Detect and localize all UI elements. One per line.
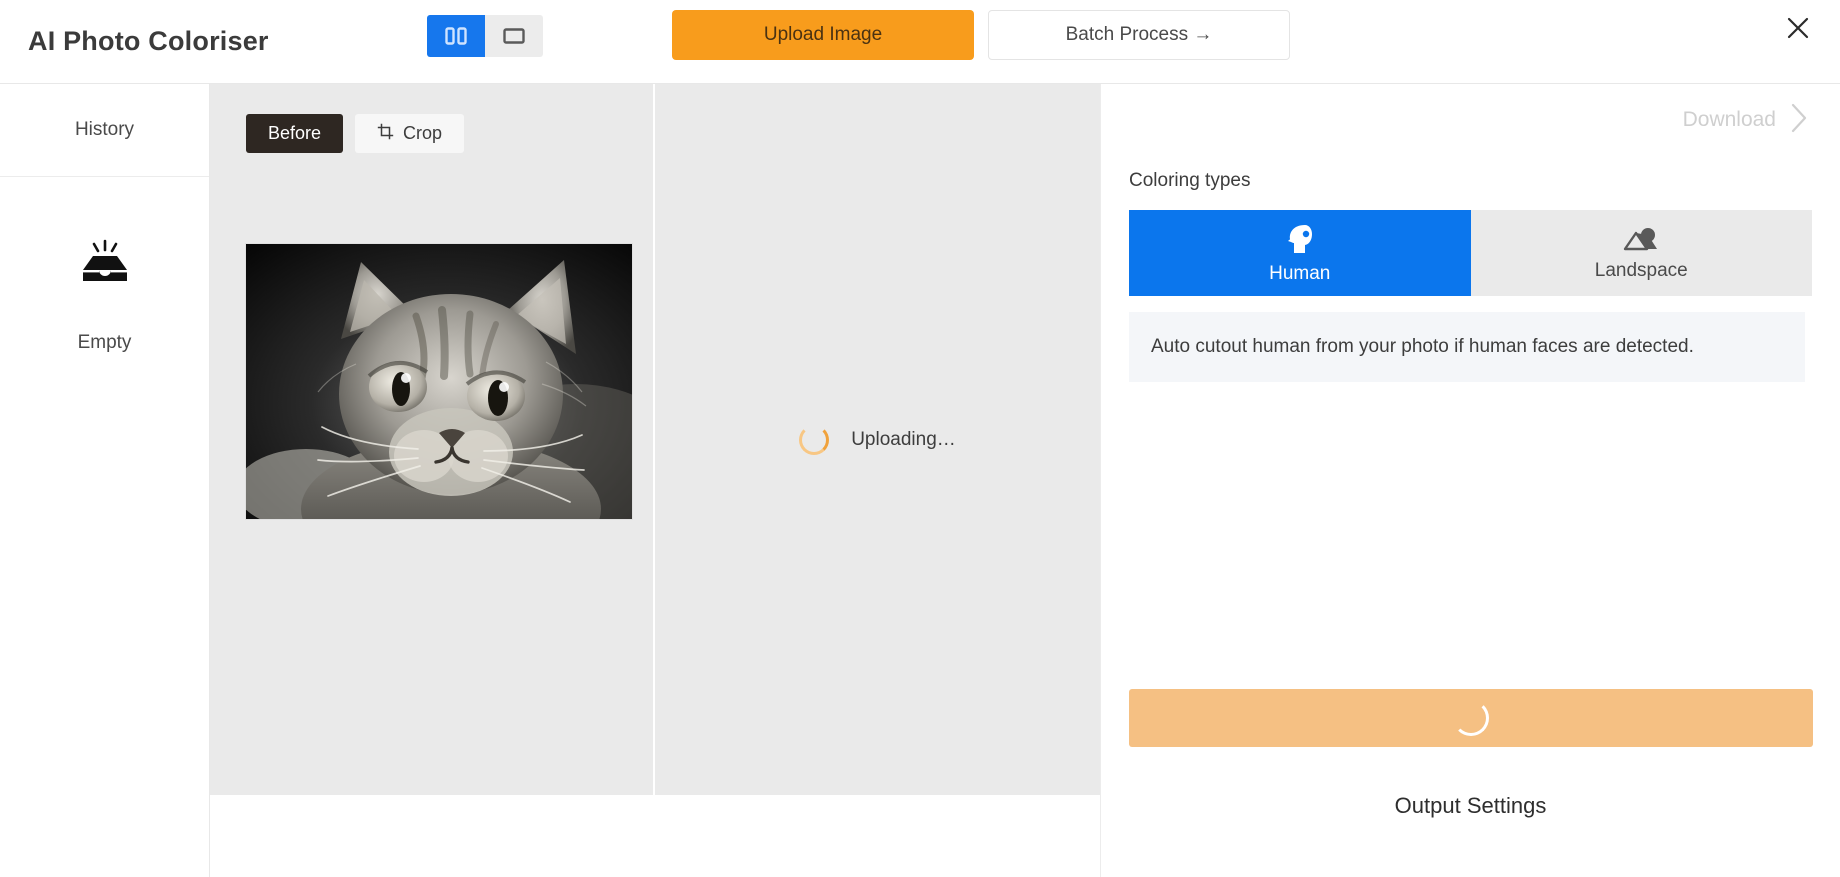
history-sidebar: History Empty <box>0 84 210 877</box>
tab-before[interactable]: Before <box>246 114 344 153</box>
loading-spinner-icon <box>1453 700 1489 736</box>
coloring-types-label: Coloring types <box>1129 170 1251 191</box>
tab-crop[interactable]: Crop <box>355 114 465 153</box>
editor-canvas: Before Crop Uploading… <box>210 84 1100 877</box>
upload-image-button[interactable]: Upload Image <box>672 10 974 60</box>
tab-before-label: Before <box>268 123 322 143</box>
coloring-type-human-label: Human <box>1269 262 1331 284</box>
view-mode-toggle[interactable] <box>427 15 543 57</box>
compare-panes: Before Crop Uploading… <box>210 84 1100 795</box>
colorise-action-button[interactable] <box>1129 689 1813 747</box>
single-view-icon[interactable] <box>485 15 543 57</box>
close-icon[interactable] <box>1778 8 1818 48</box>
split-view-icon[interactable] <box>427 15 485 57</box>
human-head-icon <box>1283 222 1317 261</box>
coloring-type-description: Auto cutout human from your photo if hum… <box>1129 312 1805 383</box>
app-body: History Empty Before Crop Uploading… Dow… <box>0 84 1840 877</box>
uploading-status: Uploading… <box>655 84 1100 795</box>
crop-icon <box>377 123 394 145</box>
coloring-type-landspace-label: Landspace <box>1594 259 1688 281</box>
canvas-tab-row: Before Crop <box>246 114 465 153</box>
empty-state-label: Empty <box>77 332 132 353</box>
landscape-mountain-icon <box>1623 225 1659 258</box>
page-title: AI Photo Coloriser <box>28 26 269 56</box>
after-pane: Uploading… <box>655 84 1100 795</box>
empty-tray-icon <box>77 239 133 292</box>
history-empty-state: Empty <box>0 177 209 354</box>
before-photo[interactable] <box>246 244 632 519</box>
download-label: Download <box>1682 108 1776 131</box>
sidebar-item-label: History <box>74 119 135 140</box>
tab-crop-label: Crop <box>403 123 443 143</box>
coloring-type-landspace[interactable]: Landspace <box>1470 210 1812 296</box>
app-header: AI Photo Coloriser Upload Image Batch Pr… <box>0 0 1840 84</box>
before-pane: Before Crop <box>210 84 655 795</box>
sidebar-item-history[interactable]: History <box>0 84 209 177</box>
download-button[interactable]: Download <box>1129 84 1812 156</box>
settings-panel: Download Coloring types Human Landspace … <box>1100 84 1840 877</box>
app-window: AI Photo Coloriser Upload Image Batch Pr… <box>0 0 1840 877</box>
loading-spinner-icon <box>799 424 830 455</box>
batch-process-button[interactable]: Batch Process → <box>988 10 1290 60</box>
coloring-type-selector: Human Landspace <box>1129 210 1812 296</box>
coloring-type-human[interactable]: Human <box>1129 210 1471 296</box>
uploading-label: Uploading… <box>851 428 956 450</box>
chevron-right-icon <box>1788 101 1810 140</box>
output-settings-button[interactable]: Output Settings <box>1101 793 1840 819</box>
